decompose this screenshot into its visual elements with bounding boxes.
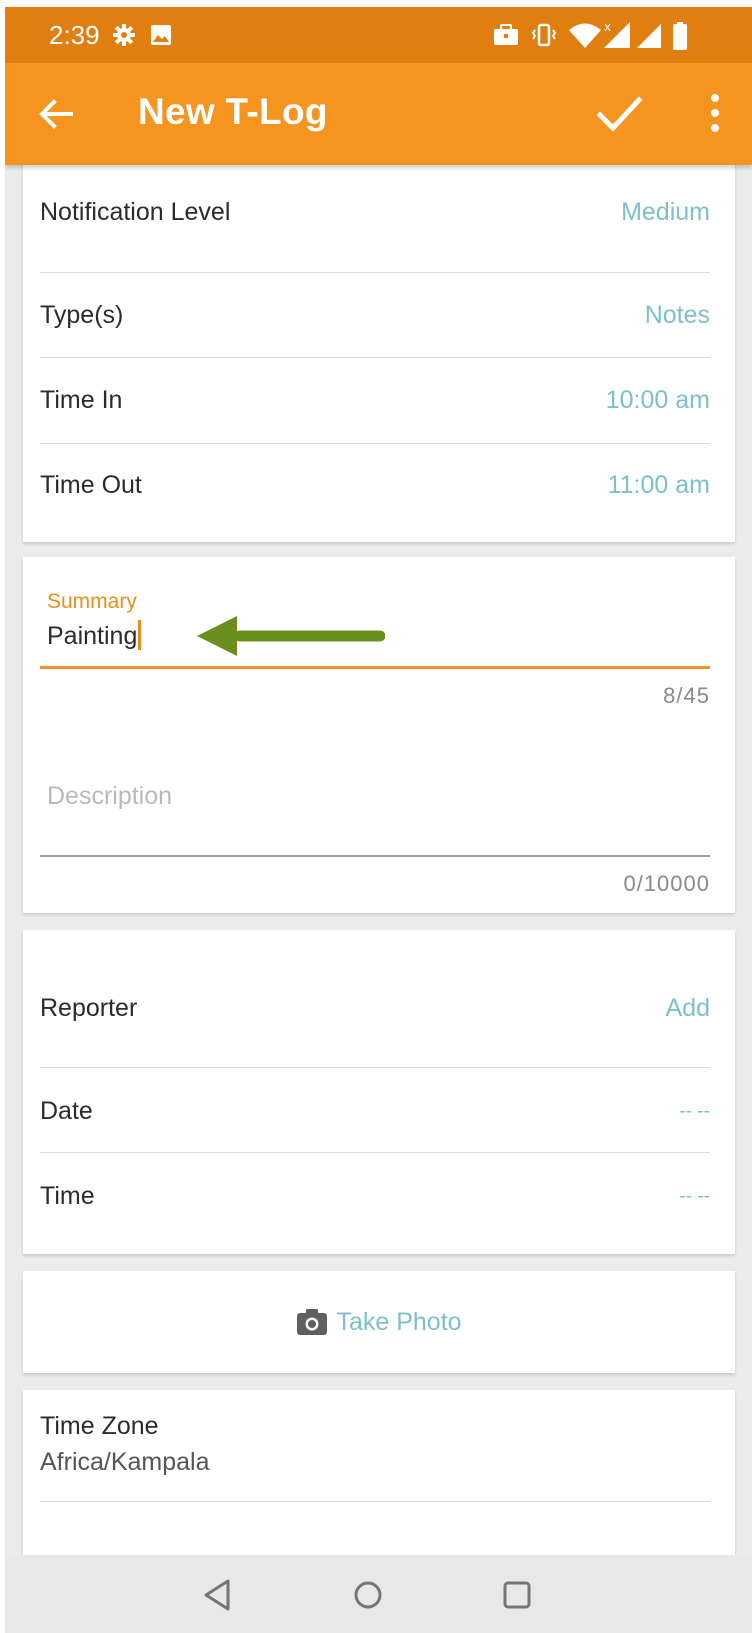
home-circle-icon[interactable]	[348, 1575, 388, 1615]
status-time: 2:39	[49, 20, 100, 50]
status-bar: 2:39 x	[5, 7, 752, 63]
screen-frame: 2:39 x New T-Log Notification Level Medi…	[0, 0, 752, 1633]
more-options-button[interactable]	[705, 93, 725, 133]
description-char-counter: 0/10000	[623, 871, 710, 896]
notification-level-label: Notification Level	[40, 198, 231, 226]
time-out-label: Time Out	[40, 471, 142, 499]
signal-icon	[637, 24, 661, 48]
recents-square-icon[interactable]	[497, 1575, 537, 1615]
timezone-value[interactable]: Africa/Kampala	[40, 1448, 210, 1477]
battery-icon	[673, 22, 687, 50]
details-card: Notification Level Medium Type(s) Notes …	[23, 137, 735, 542]
back-button[interactable]	[35, 93, 77, 135]
divider	[40, 1152, 710, 1153]
date-label: Date	[40, 1097, 93, 1125]
summary-input[interactable]: Painting	[47, 620, 142, 651]
phone-screen: 2:39 x New T-Log Notification Level Medi…	[5, 7, 752, 1633]
timezone-label: Time Zone	[40, 1412, 159, 1440]
timezone-card: Time Zone Africa/Kampala	[23, 1390, 735, 1560]
divider	[40, 443, 710, 444]
photo-card: Take Photo	[23, 1271, 735, 1373]
system-nav-bar	[5, 1555, 752, 1633]
page-title: New T-Log	[138, 91, 328, 132]
camera-icon	[297, 1309, 328, 1335]
date-value[interactable]: -- --	[679, 1101, 710, 1123]
divider	[40, 357, 710, 358]
divider	[40, 272, 710, 273]
take-photo-button[interactable]: Take Photo	[23, 1271, 735, 1373]
wifi-icon	[569, 23, 601, 48]
save-check-button[interactable]	[595, 90, 643, 138]
summary-char-counter: 8/45	[663, 683, 710, 708]
svg-text:x: x	[604, 20, 611, 34]
time-label: Time	[40, 1182, 95, 1210]
time-out-value[interactable]: 11:00 am	[608, 471, 710, 500]
types-value[interactable]: Notes	[645, 301, 710, 330]
green-arrow-icon	[197, 616, 385, 656]
settings-icon	[113, 24, 135, 46]
time-in-label: Time In	[40, 386, 123, 414]
divider	[40, 1067, 710, 1068]
reporter-label: Reporter	[40, 994, 138, 1022]
app-bar: New T-Log	[5, 63, 752, 165]
image-icon	[151, 25, 171, 45]
divider	[40, 1501, 710, 1502]
reporter-card: Reporter Add Date -- -- Time -- --	[23, 930, 735, 1254]
summary-label: Summary	[47, 590, 137, 613]
notification-level-value[interactable]: Medium	[621, 198, 710, 227]
description-input[interactable]: Description	[47, 782, 172, 811]
vibrate-icon	[531, 23, 557, 47]
time-in-value[interactable]: 10:00 am	[606, 386, 710, 415]
briefcase-icon	[494, 24, 518, 45]
text-cursor	[138, 620, 142, 650]
reporter-add-link[interactable]: Add	[666, 994, 710, 1023]
time-value[interactable]: -- --	[679, 1186, 710, 1208]
signal-x-icon: x	[604, 20, 630, 48]
back-triangle-icon[interactable]	[198, 1575, 238, 1615]
types-label: Type(s)	[40, 301, 124, 329]
summary-card: Summary Painting 8/45 Description 0/1000…	[23, 557, 735, 913]
description-underline	[40, 855, 710, 857]
summary-underline	[40, 666, 710, 669]
take-photo-label: Take Photo	[336, 1307, 462, 1336]
summary-input-text: Painting	[47, 622, 138, 650]
